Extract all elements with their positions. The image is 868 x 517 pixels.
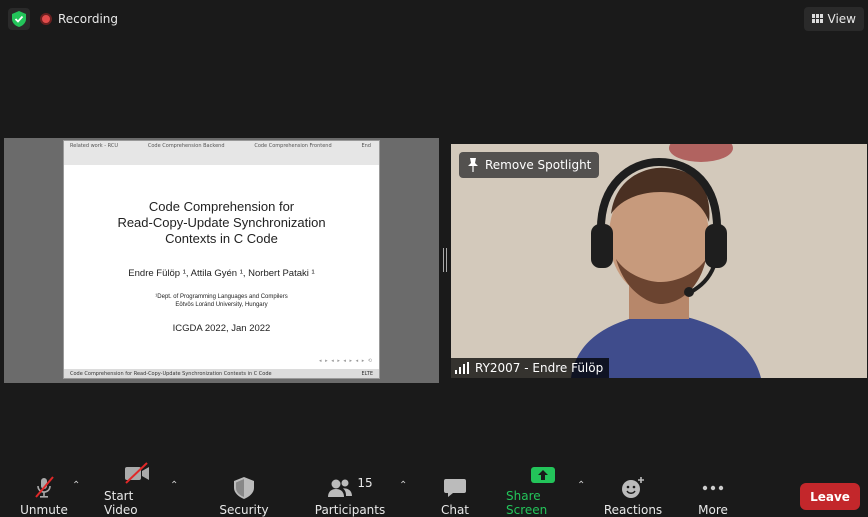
presentation-slide: Related work - RCU Code Comprehension Ba… [63, 140, 380, 379]
signal-strength-icon [455, 362, 469, 374]
share-options-caret-icon[interactable]: ⌃ [577, 480, 585, 491]
security-button[interactable]: Security [218, 476, 270, 517]
slide-controls-icon: ◂ ▸ ◂ ▸ ◂ ▸ ◂ ▸ ⟲ [319, 358, 373, 364]
encryption-shield-icon[interactable] [8, 8, 30, 30]
participant-name: RY2007 - Endre Fülöp [475, 361, 604, 375]
slide-affiliation: ¹Dept. of Programming Languages and Comp… [64, 293, 379, 309]
slide-title-line: Code Comprehension for [148, 199, 295, 214]
microphone-muted-icon [32, 475, 56, 499]
chat-label: Chat [440, 503, 470, 517]
reactions-smiley-icon [621, 476, 645, 499]
participants-icon [328, 479, 353, 497]
slide-nav-item: Code Comprehension Backend [147, 143, 225, 149]
audio-options-caret-icon[interactable]: ⌃ [72, 480, 80, 491]
recording-indicator[interactable]: Recording [40, 8, 118, 30]
panel-resize-handle[interactable] [443, 248, 447, 272]
recording-label: Recording [58, 12, 119, 26]
slide-title-line: Read-Copy-Update Synchronization [117, 215, 326, 230]
remove-spotlight-label: Remove Spotlight [485, 158, 592, 172]
slide-affiliation-line: Eötvös Loránd University, Hungary [175, 302, 268, 308]
leave-button[interactable]: Leave [800, 483, 860, 510]
participants-count: 15 [357, 476, 373, 490]
video-options-caret-icon[interactable]: ⌃ [170, 480, 178, 491]
remove-spotlight-button[interactable]: Remove Spotlight [459, 152, 600, 178]
leave-label: Leave [810, 489, 850, 504]
slide-authors: Endre Fülöp ¹, Attila Gyén ¹, Norbert Pa… [128, 268, 315, 279]
slide-nav-item: End [361, 143, 371, 149]
participants-button[interactable]: 15 Participants [314, 476, 386, 517]
slide-footer-institution: ELTE [361, 370, 373, 377]
more-button[interactable]: More [694, 476, 732, 517]
pin-icon [468, 158, 478, 172]
reactions-button[interactable]: Reactions [604, 476, 662, 517]
reactions-label: Reactions [603, 503, 663, 517]
slide-footer-title: Code Comprehension for Read-Copy-Update … [70, 370, 272, 377]
unmute-button[interactable]: Unmute [18, 476, 70, 517]
start-video-button[interactable]: Start Video [104, 462, 170, 517]
slide-footer: Code Comprehension for Read-Copy-Update … [64, 369, 379, 378]
unmute-label: Unmute [20, 503, 68, 517]
participant-name-tag: RY2007 - Endre Fülöp [451, 358, 610, 378]
slide-navigation: Related work - RCU Code Comprehension Ba… [64, 141, 379, 165]
participants-options-caret-icon[interactable]: ⌃ [399, 480, 407, 491]
chat-button[interactable]: Chat [436, 476, 474, 517]
grid-icon [811, 14, 823, 23]
video-camera-off-icon [123, 461, 151, 485]
participant-video[interactable]: Remove Spotlight RY2007 - Endre Fülöp [451, 144, 867, 378]
participants-label: Participants [314, 503, 386, 517]
participants-icon-group: 15 [327, 476, 373, 499]
slide-conference: ICGDA 2022, Jan 2022 [172, 323, 271, 334]
security-label: Security [219, 503, 269, 517]
share-screen-button[interactable]: Share Screen [506, 467, 580, 517]
chat-bubble-icon [444, 476, 466, 499]
start-video-label: Start Video [104, 489, 138, 517]
slide-affiliation-line: ¹Dept. of Programming Languages and Comp… [155, 294, 288, 300]
more-label: More [698, 503, 728, 517]
recording-dot-icon [40, 13, 52, 25]
security-shield-icon [234, 476, 254, 499]
view-button[interactable]: View [803, 7, 864, 31]
slide-title: Code Comprehension for Read-Copy-Update … [64, 199, 379, 247]
slide-nav-item: Related work - RCU [70, 143, 119, 149]
participant-video-feed [451, 144, 867, 378]
slide-title-line: Contexts in C Code [165, 231, 278, 246]
share-screen-label: Share Screen [506, 489, 548, 517]
view-label: View [827, 12, 856, 26]
more-dots-icon [702, 476, 724, 499]
slide-nav-item: Code Comprehension Frontend [254, 143, 332, 149]
share-screen-icon [531, 465, 555, 485]
